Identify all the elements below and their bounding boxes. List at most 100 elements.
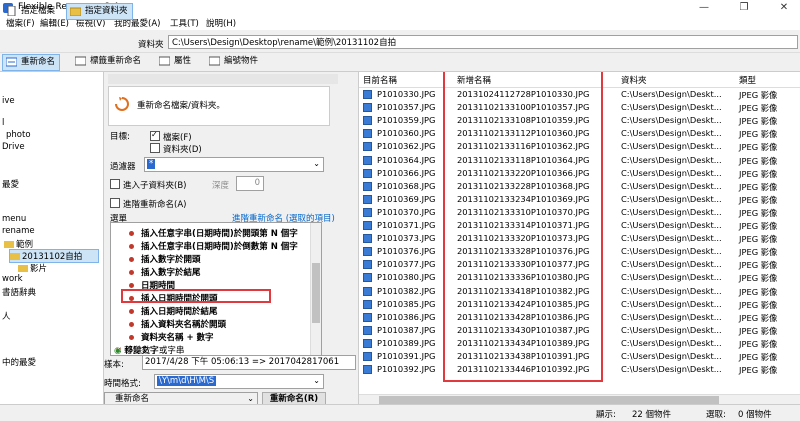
status-bar: 顯示: 22 個物件 選取: 0 個物件 bbox=[0, 404, 800, 421]
current-name-cell: P1010359.JPG bbox=[377, 115, 436, 126]
current-name-cell: P1010371.JPG bbox=[377, 220, 436, 230]
folder-cell: C:\Users\Design\Deskt... bbox=[621, 154, 722, 165]
tree-item[interactable]: rename bbox=[2, 226, 35, 236]
image-file-icon bbox=[363, 142, 372, 152]
specify-files-button[interactable]: 指定檔案 bbox=[2, 3, 60, 20]
attributes-icon bbox=[159, 56, 170, 66]
checkbox-unchecked[interactable] bbox=[110, 198, 120, 208]
option-item[interactable]: 資料夾名稱 + 數字 bbox=[141, 331, 214, 343]
folder-icon bbox=[70, 7, 81, 16]
tree-item[interactable]: Drive bbox=[2, 142, 25, 152]
tree-item-selected[interactable]: 20131102自拍 bbox=[9, 249, 99, 263]
refresh-icon bbox=[115, 97, 129, 111]
image-file-icon bbox=[363, 194, 372, 204]
subfolder-checkbox[interactable]: 進入子資料夾(B) bbox=[110, 179, 186, 191]
type-cell: JPEG 影像 bbox=[739, 352, 778, 362]
tree-item[interactable]: l bbox=[2, 118, 4, 128]
tab-numbering[interactable]: 編號物件 bbox=[206, 54, 262, 69]
column-current-name[interactable]: 目前名稱 bbox=[363, 74, 397, 86]
tree-item[interactable]: 中的最愛 bbox=[2, 356, 36, 368]
tree-item-video[interactable]: 影片 bbox=[18, 262, 47, 274]
current-name-cell: P1010373.JPG bbox=[377, 233, 436, 244]
target-folders-checkbox[interactable]: 資料夾(D) bbox=[150, 143, 202, 155]
checkbox-unchecked[interactable] bbox=[110, 179, 120, 189]
checkbox-unchecked[interactable] bbox=[150, 143, 160, 153]
file-list[interactable]: 目前名稱 新增名稱 資料夾 類型 P1010330.JPG 20131024112… bbox=[358, 72, 800, 412]
folder-icon bbox=[4, 241, 14, 248]
maximize-button[interactable]: ❐ bbox=[730, 0, 758, 16]
folder-cell: C:\Users\Design\Deskt... bbox=[621, 285, 722, 296]
specify-folder-button[interactable]: 指定資料夾 bbox=[66, 3, 133, 20]
type-cell: JPEG 影像 bbox=[739, 129, 778, 140]
current-name-cell: P1010369.JPG bbox=[377, 193, 436, 204]
tree-item[interactable]: 人 bbox=[2, 310, 11, 322]
option-bullet bbox=[129, 322, 134, 327]
option-item[interactable]: 插入任意字串(日期時間)於倒數第 N 個字 bbox=[141, 240, 298, 252]
current-name-cell: P1010377.JPG bbox=[377, 259, 436, 270]
column-type[interactable]: 類型 bbox=[739, 74, 756, 86]
type-cell: JPEG 影像 bbox=[739, 325, 778, 336]
time-format-combobox[interactable]: \Y\m\d\H\M\S ⌄ bbox=[154, 374, 324, 389]
tree-item[interactable]: 最愛 bbox=[2, 178, 19, 190]
current-name-cell: P1010376.JPG bbox=[377, 246, 436, 257]
folder-tree[interactable]: ive l photo Drive 最愛 menu rename 範例 2013… bbox=[0, 72, 104, 412]
image-file-icon bbox=[363, 352, 372, 361]
filter-combobox[interactable]: * ⌄ bbox=[144, 157, 324, 172]
tree-item-example[interactable]: 範例 bbox=[4, 238, 33, 250]
close-button[interactable]: ✕ bbox=[770, 0, 798, 16]
current-name-cell: P1010357.JPG bbox=[377, 102, 436, 113]
chevron-down-icon[interactable]: ⌄ bbox=[313, 159, 320, 168]
column-folder[interactable]: 資料夾 bbox=[621, 74, 647, 86]
option-item[interactable]: 插入任意字串(日期時間)於開頭第 N 個字 bbox=[141, 227, 298, 239]
folder-cell: C:\Users\Design\Deskt... bbox=[621, 233, 722, 244]
folder-cell: C:\Users\Design\Deskt... bbox=[621, 337, 722, 348]
current-name-cell: P1010380.JPG bbox=[377, 272, 436, 283]
current-name-cell: P1010392.JPG bbox=[377, 364, 436, 375]
target-files-checkbox[interactable]: 檔案(F) bbox=[150, 130, 192, 143]
chevron-down-icon[interactable]: ⌄ bbox=[313, 376, 320, 385]
folder-cell: C:\Users\Design\Deskt... bbox=[621, 311, 722, 322]
tab-rename[interactable]: 重新命名 bbox=[2, 54, 61, 71]
folder-cell: C:\Users\Design\Deskt... bbox=[621, 102, 722, 113]
type-cell: JPEG 影像 bbox=[739, 365, 778, 376]
option-item[interactable]: 插入資料夾名稱於開頭 bbox=[141, 318, 226, 330]
minimize-button[interactable]: — bbox=[690, 0, 718, 16]
scrollbar-thumb[interactable] bbox=[312, 263, 320, 323]
tab-attributes[interactable]: 屬性 bbox=[156, 54, 195, 69]
image-file-icon bbox=[363, 247, 372, 257]
tree-item[interactable]: 書語辭典 bbox=[2, 286, 36, 298]
panel-description-text: 重新命名檔案/資料夾。 bbox=[137, 101, 225, 111]
tree-item[interactable]: photo bbox=[6, 130, 31, 140]
path-input[interactable]: C:\Users\Design\Desktop\rename\範例\201311… bbox=[168, 35, 798, 49]
tree-item[interactable]: work bbox=[2, 274, 23, 284]
folder-cell: C:\Users\Design\Deskt... bbox=[621, 272, 722, 283]
current-name-cell: P1010387.JPG bbox=[377, 324, 436, 335]
advanced-checkbox[interactable]: 進階重新命名(A) bbox=[110, 198, 186, 210]
image-file-icon bbox=[363, 116, 372, 126]
tree-item[interactable]: ive bbox=[2, 96, 15, 106]
depth-input[interactable]: 0 bbox=[236, 176, 264, 191]
type-cell: JPEG 影像 bbox=[739, 194, 778, 205]
scrollbar-thumb[interactable] bbox=[379, 396, 719, 404]
folder-cell: C:\Users\Design\Deskt... bbox=[621, 206, 722, 217]
options-list[interactable]: 插入任意字串(日期時間)於開頭第 N 個字 插入任意字串(日期時間)於倒數第 N… bbox=[110, 222, 322, 356]
option-item[interactable]: 插入數字於結尾 bbox=[141, 266, 201, 278]
option-bullet bbox=[129, 231, 134, 236]
tab-tag-rename[interactable]: 標籤重新命名 bbox=[72, 54, 145, 69]
options-scrollbar[interactable] bbox=[310, 223, 321, 355]
option-item[interactable]: 插入數字於開頭 bbox=[141, 253, 201, 265]
tree-item[interactable]: menu bbox=[2, 214, 26, 224]
image-file-icon bbox=[363, 299, 372, 309]
selected-label: 選取: bbox=[706, 410, 726, 420]
image-file-icon bbox=[363, 181, 372, 191]
type-cell: JPEG 影像 bbox=[739, 103, 778, 114]
menu-help[interactable]: 說明(H) bbox=[206, 17, 236, 29]
type-cell: JPEG 影像 bbox=[739, 221, 778, 231]
image-file-icon bbox=[363, 234, 372, 244]
option-bullet bbox=[129, 257, 134, 262]
checkbox-checked[interactable] bbox=[150, 130, 160, 141]
panel-description: 重新命名檔案/資料夾。 bbox=[108, 86, 330, 126]
image-file-icon bbox=[363, 286, 372, 296]
menu-tools[interactable]: 工具(T) bbox=[170, 17, 199, 29]
option-item[interactable]: 插入日期時間於結尾 bbox=[141, 305, 218, 317]
